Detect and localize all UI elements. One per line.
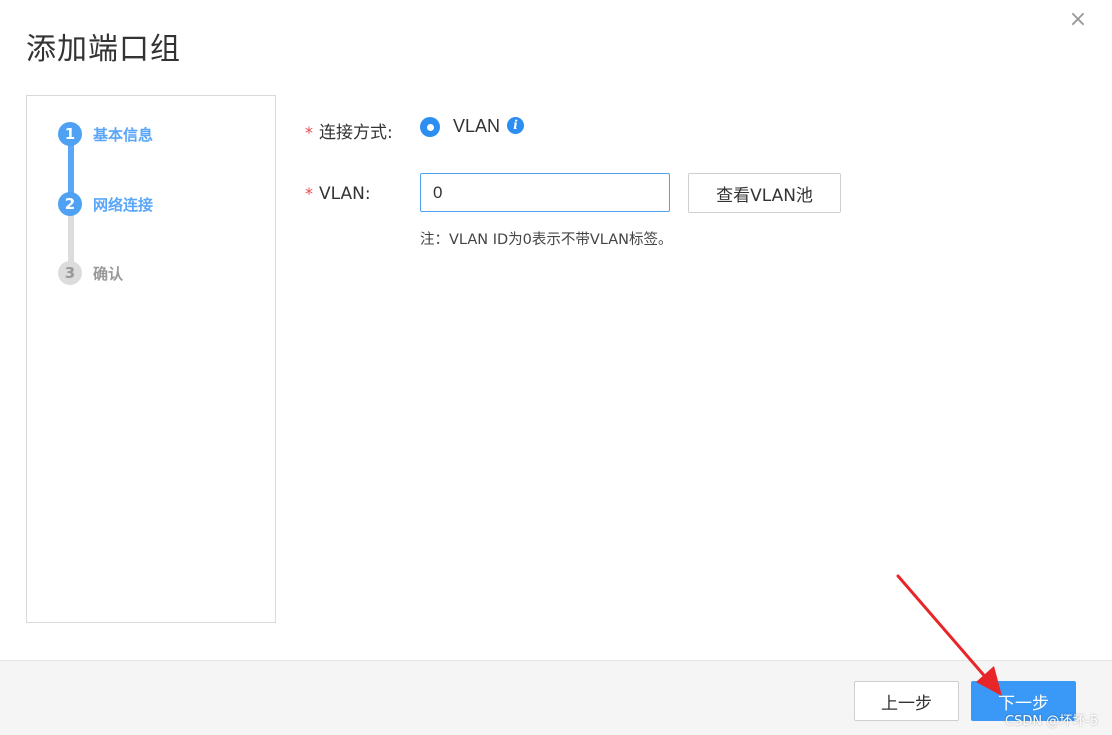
dialog-title: 添加端口组 (26, 32, 181, 67)
vlan-radio-button[interactable] (420, 117, 440, 137)
step-label: 确认 (93, 264, 124, 283)
watermark: CSDN @坏坏-5 (1005, 714, 1099, 729)
close-icon[interactable]: × (1068, 9, 1088, 31)
view-vlan-pool-button[interactable]: 查看VLAN池 (688, 173, 841, 213)
step-number-badge: 1 (58, 122, 82, 146)
vlan-hint-text: 注：VLAN ID为0表示不带VLAN标签。 (420, 232, 673, 248)
step-network-connection[interactable]: 2 网络连接 (58, 191, 153, 217)
radio-selected-icon (426, 123, 434, 131)
step-label: 基本信息 (93, 125, 154, 144)
required-marker: * (305, 184, 313, 203)
step-confirm: 3 确认 (58, 260, 123, 286)
vlan-radio-label[interactable]: VLAN (453, 116, 500, 137)
step-number-badge: 3 (58, 261, 82, 285)
steps-panel: 1 基本信息 2 网络连接 3 确认 (26, 95, 276, 623)
step-label: 网络连接 (93, 195, 154, 214)
step-number-badge: 2 (58, 192, 82, 216)
vlan-id-input[interactable] (420, 173, 670, 212)
step-basic-info[interactable]: 1 基本信息 (58, 121, 153, 147)
connection-method-label: * 连接方式: (305, 123, 393, 143)
required-marker: * (305, 123, 313, 142)
info-icon[interactable]: i (507, 117, 524, 134)
vlan-label: * VLAN: (305, 184, 371, 204)
red-arrow-annotation (896, 574, 1002, 696)
